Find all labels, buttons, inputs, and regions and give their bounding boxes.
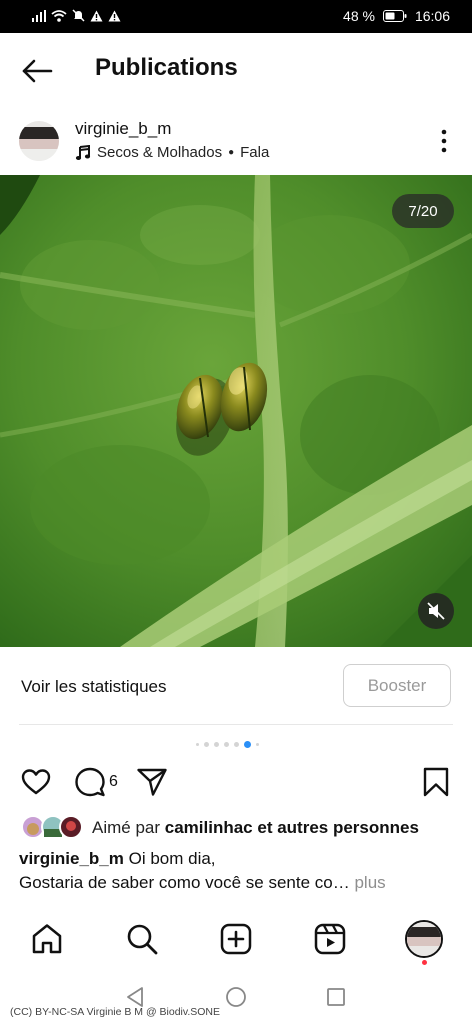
system-recents-icon[interactable] <box>326 987 346 1007</box>
caption-text-2: Gostaria de saber como você se sente co… <box>19 873 350 892</box>
reels-icon <box>314 923 346 955</box>
caption-first-line: virginie_b_m Oi bom dia, <box>19 849 216 869</box>
wifi-icon <box>51 9 67 22</box>
caption-more-link[interactable]: plus <box>354 873 385 892</box>
post-image[interactable] <box>0 175 472 647</box>
nav-search[interactable] <box>125 922 159 956</box>
more-options-button[interactable] <box>434 127 454 155</box>
save-button[interactable] <box>420 766 452 798</box>
likes-summary[interactable]: Aimé par camilinhac et autres personnes <box>92 818 419 838</box>
likes-prefix: Aimé par <box>92 818 161 837</box>
music-note-icon <box>75 144 91 160</box>
liker-avatar-stack <box>21 815 83 839</box>
status-icons-right: 48 % 16:06 <box>343 8 450 24</box>
more-vertical-icon <box>441 129 447 153</box>
back-button[interactable] <box>20 54 54 88</box>
page-title: Publications <box>95 54 238 81</box>
carousel-dot <box>214 742 219 747</box>
nav-create[interactable] <box>219 922 253 956</box>
mute-button[interactable] <box>418 593 454 629</box>
plus-square-icon <box>220 923 252 955</box>
notification-dot <box>422 960 427 965</box>
carousel-indicator <box>196 741 259 748</box>
carousel-dot <box>224 742 229 747</box>
heart-icon <box>21 769 51 795</box>
mute-bell-icon <box>72 9 85 22</box>
view-insights-link[interactable]: Voir les statistiques <box>21 677 167 697</box>
carousel-dot-active <box>244 741 251 748</box>
profile-avatar <box>407 922 441 956</box>
arrow-left-icon <box>22 59 53 83</box>
music-separator: ● <box>228 147 235 158</box>
search-icon <box>127 924 158 955</box>
comment-count: 6 <box>109 773 118 790</box>
status-icons-left <box>32 9 121 22</box>
nav-reels[interactable] <box>313 922 347 956</box>
signal-icon <box>32 9 46 22</box>
comment-icon <box>75 767 105 797</box>
bookmark-icon <box>423 767 449 797</box>
liker-username[interactable]: camilinhac <box>165 818 253 837</box>
warning-icon <box>108 10 121 21</box>
like-button[interactable] <box>20 766 52 798</box>
caption-second-line[interactable]: Gostaria de saber como você se sente co…… <box>19 873 386 893</box>
carousel-dot <box>256 743 259 746</box>
home-icon <box>32 924 62 954</box>
warning-icon <box>90 10 103 21</box>
send-icon <box>137 768 167 796</box>
carousel-dot <box>204 742 209 747</box>
share-button[interactable] <box>136 766 168 798</box>
music-title: Secos & Molhados <box>97 144 223 161</box>
battery-icon <box>382 10 407 22</box>
author-avatar[interactable] <box>19 121 59 161</box>
system-home-icon[interactable] <box>225 986 247 1008</box>
liker-avatars[interactable] <box>21 815 83 839</box>
nav-profile[interactable] <box>405 920 443 958</box>
boost-button[interactable]: Booster <box>343 664 451 707</box>
music-info[interactable]: Secos & Molhados ● Fala <box>75 144 269 161</box>
caption-username[interactable]: virginie_b_m <box>19 849 124 868</box>
likes-suffix[interactable]: et autres personnes <box>257 818 419 837</box>
battery-percent: 48 % <box>343 8 375 24</box>
carousel-dot <box>234 742 239 747</box>
muted-speaker-icon <box>427 602 445 620</box>
music-extra: Fala <box>240 144 270 161</box>
clock: 16:06 <box>414 8 450 24</box>
comment-button[interactable] <box>74 766 106 798</box>
leaf-beetles-photo <box>0 175 472 647</box>
caption-text-1: Oi bom dia, <box>128 849 216 868</box>
image-counter: 7/20 <box>392 194 454 228</box>
nav-home[interactable] <box>30 922 64 956</box>
system-back-icon[interactable] <box>124 986 146 1008</box>
carousel-dot <box>196 743 199 746</box>
divider <box>19 724 453 725</box>
avatar-image <box>19 121 59 161</box>
author-username[interactable]: virginie_b_m <box>75 119 171 139</box>
image-credit: (CC) BY-NC-SA Virginie B M @ Biodiv.SONE <box>10 1006 221 1018</box>
status-bar: 48 % 16:06 <box>0 0 472 33</box>
